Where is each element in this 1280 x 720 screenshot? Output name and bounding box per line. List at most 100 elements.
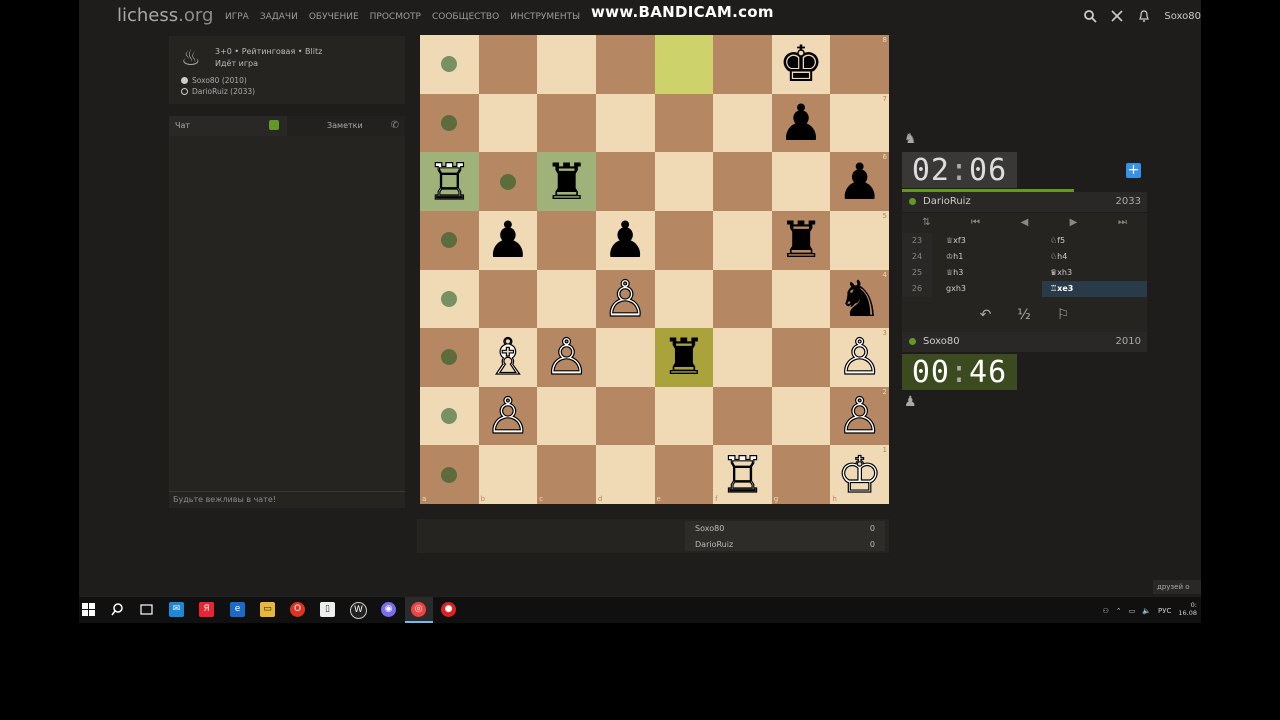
square-b7[interactable] <box>478 93 538 153</box>
discord-icon[interactable]: ◉ <box>381 602 396 617</box>
piece-f1[interactable]: ♖ <box>719 449 765 500</box>
square-e3[interactable]: ♜ <box>654 328 714 387</box>
legal-move-dot[interactable] <box>441 232 458 249</box>
mail-icon[interactable]: ✉ <box>169 602 184 617</box>
square-g2[interactable] <box>771 386 831 446</box>
square-f7[interactable] <box>713 93 772 153</box>
tab-chat[interactable]: Чат <box>169 116 287 136</box>
square-h7[interactable]: 7 <box>830 93 889 153</box>
legal-move-dot[interactable] <box>441 408 458 425</box>
chat-toggle-checkbox[interactable] <box>269 120 279 130</box>
square-b6[interactable] <box>478 152 538 211</box>
piece-e3[interactable]: ♜ <box>661 332 706 382</box>
square-f8[interactable] <box>713 35 772 94</box>
add-time-button[interactable]: + <box>1126 163 1141 178</box>
square-a2[interactable] <box>420 386 479 446</box>
piece-g8[interactable]: ♚ <box>779 39 824 89</box>
piece-h3[interactable]: ♙ <box>837 332 883 383</box>
square-h8[interactable]: 8 <box>830 35 889 94</box>
legal-move-dot[interactable] <box>441 466 458 483</box>
square-e5[interactable] <box>654 210 714 270</box>
piece-c6[interactable]: ♜ <box>544 157 589 207</box>
square-d4[interactable]: ♙ <box>595 269 655 329</box>
square-a8[interactable] <box>420 35 479 94</box>
square-c7[interactable] <box>537 93 596 153</box>
square-c3[interactable]: ♙ <box>537 328 596 387</box>
legal-move-dot[interactable] <box>441 56 458 73</box>
people-icon[interactable]: ⚇ <box>1103 607 1109 615</box>
square-g5[interactable]: ♜ <box>771 210 831 270</box>
square-c1[interactable]: c <box>537 445 596 504</box>
bell-icon[interactable] <box>1137 9 1151 23</box>
square-d1[interactable]: d <box>595 445 655 504</box>
current-move[interactable]: ♖xe3 <box>1042 281 1147 297</box>
task-view-icon[interactable] <box>139 602 154 617</box>
piece-b5[interactable]: ♟ <box>486 215 531 265</box>
nav-item-play[interactable]: ИГРА <box>225 12 249 22</box>
app-w-icon[interactable]: W <box>350 602 367 619</box>
square-h3[interactable]: ♙ 3 <box>830 328 889 387</box>
square-f1[interactable]: ♖ f <box>713 445 772 504</box>
square-g1[interactable]: g <box>771 445 831 504</box>
volume-icon[interactable]: 🔈 <box>1142 607 1151 615</box>
chess-board[interactable]: ♚ 8 ♟ 7 ♖ ♜ ♟ 6 ♟ ♟ ♜ 5 ♙ ♞ 4 ♗ ♙ ♜ ♙ 3 ♙ ♙ 2 a b c d e ♖ f g ♔ 1 h <box>420 35 889 504</box>
square-f6[interactable] <box>713 152 772 211</box>
square-e1[interactable]: e <box>654 445 714 504</box>
square-g8[interactable]: ♚ <box>771 35 831 94</box>
legal-move-dot[interactable] <box>441 290 458 307</box>
square-c6[interactable]: ♜ <box>537 152 596 211</box>
piece-g7[interactable]: ♟ <box>779 98 824 148</box>
nav-item-watch[interactable]: ПРОСМОТР <box>370 12 421 22</box>
square-a3[interactable] <box>420 328 479 387</box>
square-h6[interactable]: ♟ 6 <box>830 152 889 211</box>
square-g3[interactable] <box>771 328 831 387</box>
square-e7[interactable] <box>654 93 714 153</box>
nav-item-puzzles[interactable]: ЗАДАЧИ <box>260 12 298 22</box>
document-icon[interactable]: ▯ <box>320 602 335 617</box>
legal-move-dot[interactable] <box>441 114 458 131</box>
square-f3[interactable] <box>713 328 772 387</box>
square-e4[interactable] <box>654 269 714 329</box>
square-d6[interactable] <box>595 152 655 211</box>
legal-move-dot[interactable] <box>441 349 458 366</box>
piece-h1[interactable]: ♔ <box>837 449 883 500</box>
piece-b2[interactable]: ♙ <box>485 390 531 441</box>
piece-h6[interactable]: ♟ <box>837 157 882 207</box>
flip-board-icon[interactable]: ⇅ <box>902 213 951 233</box>
user-menu[interactable]: Soxo80 <box>1164 11 1201 22</box>
nav-item-tools[interactable]: ИНСТРУМЕНТЫ <box>510 12 580 22</box>
edge-icon[interactable]: e <box>230 602 245 617</box>
piece-g5[interactable]: ♜ <box>779 215 824 265</box>
opera-icon[interactable]: O <box>290 602 305 617</box>
first-move-icon[interactable]: ⏮ <box>951 213 1000 233</box>
piece-h4[interactable]: ♞ <box>837 274 882 324</box>
square-d5[interactable]: ♟ <box>595 210 655 270</box>
bandicam-record-icon[interactable]: ● <box>441 602 456 617</box>
square-e6[interactable] <box>654 152 714 211</box>
nav-item-community[interactable]: СООБЩЕСТВО <box>432 12 499 22</box>
square-f2[interactable] <box>713 386 772 446</box>
square-b2[interactable]: ♙ <box>478 386 538 446</box>
nav-item-learn[interactable]: ОБУЧЕНИЕ <box>309 12 359 22</box>
offer-draw-button[interactable]: ½ <box>1017 307 1031 323</box>
tray-clock[interactable]: 0: 16.08 <box>1178 601 1197 617</box>
friends-tab[interactable]: друзей о <box>1153 580 1201 594</box>
yandex-icon[interactable]: Я <box>199 602 214 617</box>
tab-notes[interactable]: Заметки ✆ <box>287 116 405 136</box>
network-icon[interactable]: ▭ <box>1129 607 1136 615</box>
search-icon[interactable] <box>110 602 125 617</box>
last-move-icon[interactable]: ⏭ <box>1098 213 1147 233</box>
legal-move-dot[interactable] <box>499 173 516 190</box>
piece-b3[interactable]: ♗ <box>485 332 531 383</box>
file-explorer-icon[interactable]: ▭ <box>260 602 275 617</box>
square-d7[interactable] <box>595 93 655 153</box>
piece-d5[interactable]: ♟ <box>603 215 648 265</box>
piece-h2[interactable]: ♙ <box>837 390 883 441</box>
resign-flag-icon[interactable]: ⚐ <box>1057 307 1070 323</box>
square-e8[interactable] <box>654 35 714 94</box>
square-e2[interactable] <box>654 386 714 446</box>
takeback-button[interactable]: ↶ <box>980 307 992 323</box>
square-d3[interactable] <box>595 328 655 387</box>
square-g7[interactable]: ♟ <box>771 93 831 153</box>
square-d2[interactable] <box>595 386 655 446</box>
